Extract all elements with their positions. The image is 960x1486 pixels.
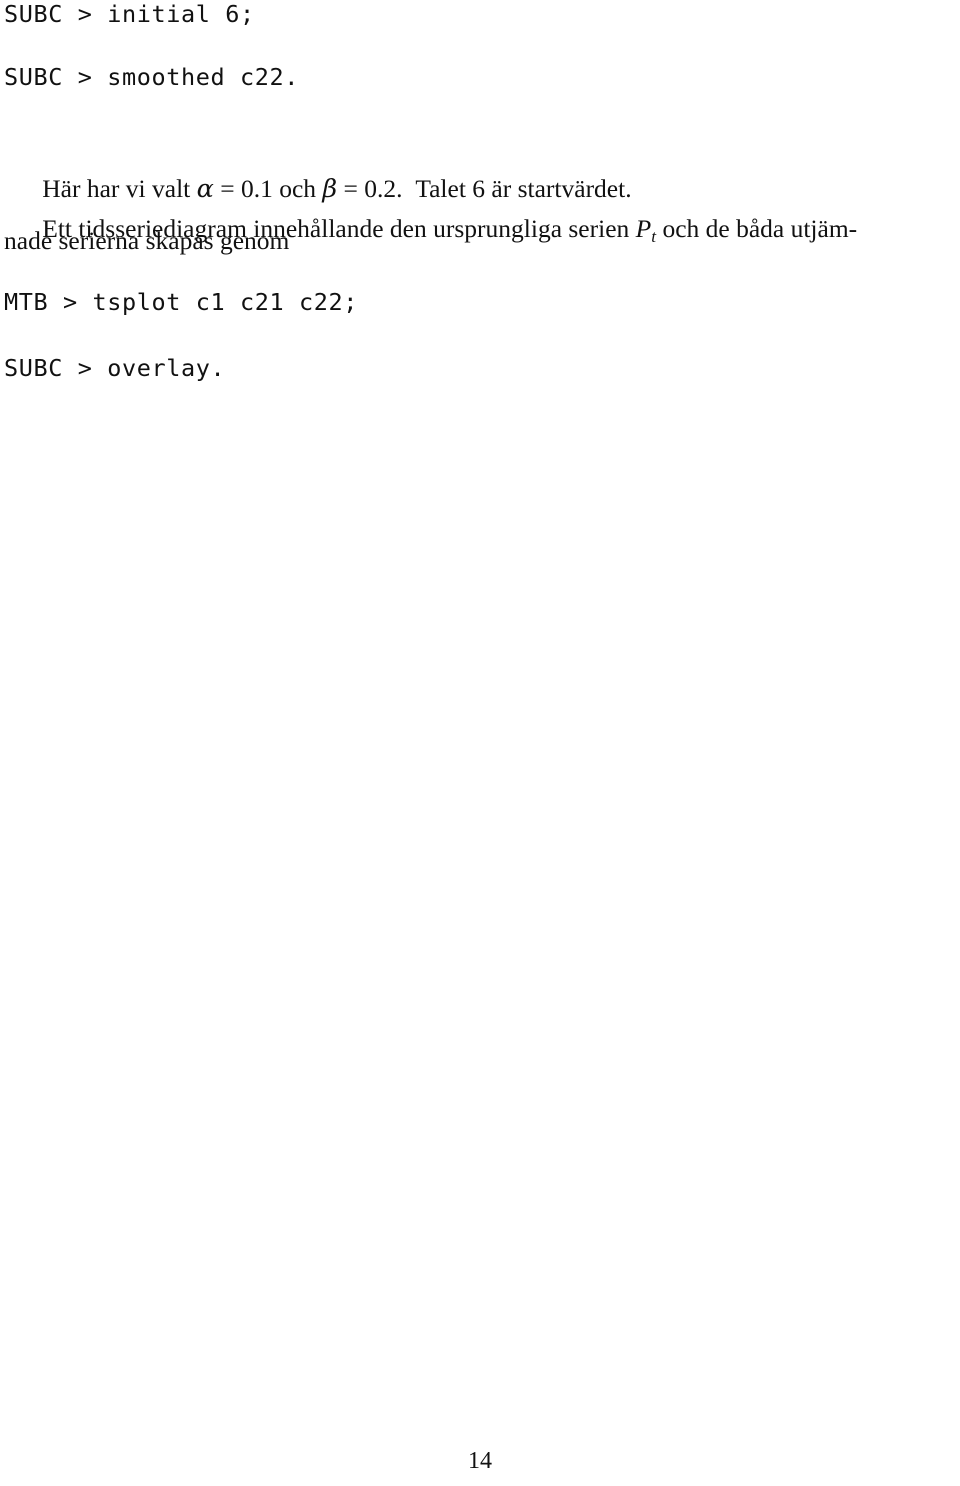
paragraph-tsplot-line-2: nade serierna skapas genom	[4, 226, 290, 255]
minitab-command-tsplot: MTB > tsplot c1 c21 c22;	[4, 288, 358, 316]
minitab-command-initial: SUBC > initial 6;	[4, 0, 255, 28]
minitab-command-smoothed: SUBC > smoothed c22.	[4, 63, 299, 91]
document-page: SUBC > initial 6; SUBC > smoothed c22. H…	[0, 0, 960, 1486]
minitab-command-overlay: SUBC > overlay.	[4, 354, 226, 382]
variable-p: P	[635, 213, 652, 243]
page-number: 14	[468, 1448, 492, 1474]
paragraph2-text-2: och de båda utjäm-	[656, 213, 858, 243]
